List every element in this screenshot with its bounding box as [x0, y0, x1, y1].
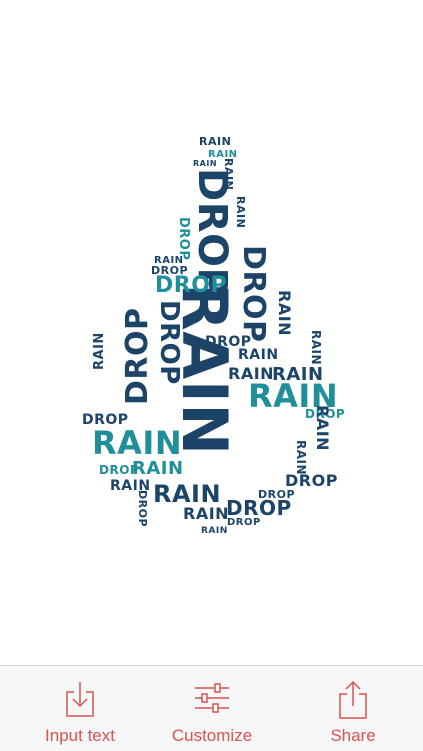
word-cloud-canvas: RAIN DROP DROP DROP DROP DROP RAIN RAIN …: [0, 0, 423, 665]
share-icon: [337, 680, 369, 725]
word-drop: DROP: [226, 496, 292, 520]
word-rain: RAIN: [183, 504, 230, 523]
sliders-icon: [193, 680, 231, 721]
word-rain: RAIN: [92, 332, 107, 370]
word-rain: RAIN: [153, 480, 222, 508]
word-rain: RAIN: [193, 159, 218, 168]
word-rain: RAIN: [222, 158, 235, 191]
word-rain: RAIN: [275, 290, 294, 337]
word-rain: RAIN: [272, 364, 324, 385]
word-drop: DROP: [120, 307, 155, 406]
import-icon: [64, 680, 96, 723]
word-drop: DROP: [227, 517, 261, 528]
word-rain: RAIN: [154, 255, 184, 266]
word-drop: DROP: [155, 273, 228, 298]
word-rain: RAIN: [238, 347, 279, 363]
word-drop: DROP: [258, 488, 296, 501]
word-drop: DROP: [236, 245, 271, 343]
word-rain: RAIN: [228, 364, 275, 383]
word-rain: RAIN: [234, 196, 247, 229]
bottom-toolbar: Input text Customize Share: [0, 665, 423, 751]
word-rain: RAIN: [92, 424, 183, 462]
word-drop: DROP: [154, 300, 184, 385]
word-drop: DROP: [151, 264, 189, 277]
word-drop: DROP: [285, 471, 338, 490]
share-button[interactable]: Share: [283, 666, 423, 751]
word-rain: RAIN: [132, 458, 184, 479]
word-rain: RAIN: [309, 330, 323, 366]
customize-label: Customize: [171, 726, 253, 745]
word-rain: RAIN: [294, 440, 308, 476]
word-drop: DROP: [136, 490, 149, 528]
word-rain: RAIN: [199, 135, 232, 148]
customize-button[interactable]: Customize: [132, 666, 292, 751]
word-drop: DROP: [99, 463, 140, 477]
word-drop: DROP: [176, 217, 191, 261]
word-rain: RAIN: [201, 526, 228, 536]
word-drop: DROP: [82, 412, 129, 428]
word-rain: RAIN: [313, 405, 332, 452]
share-label: Share: [330, 726, 376, 745]
